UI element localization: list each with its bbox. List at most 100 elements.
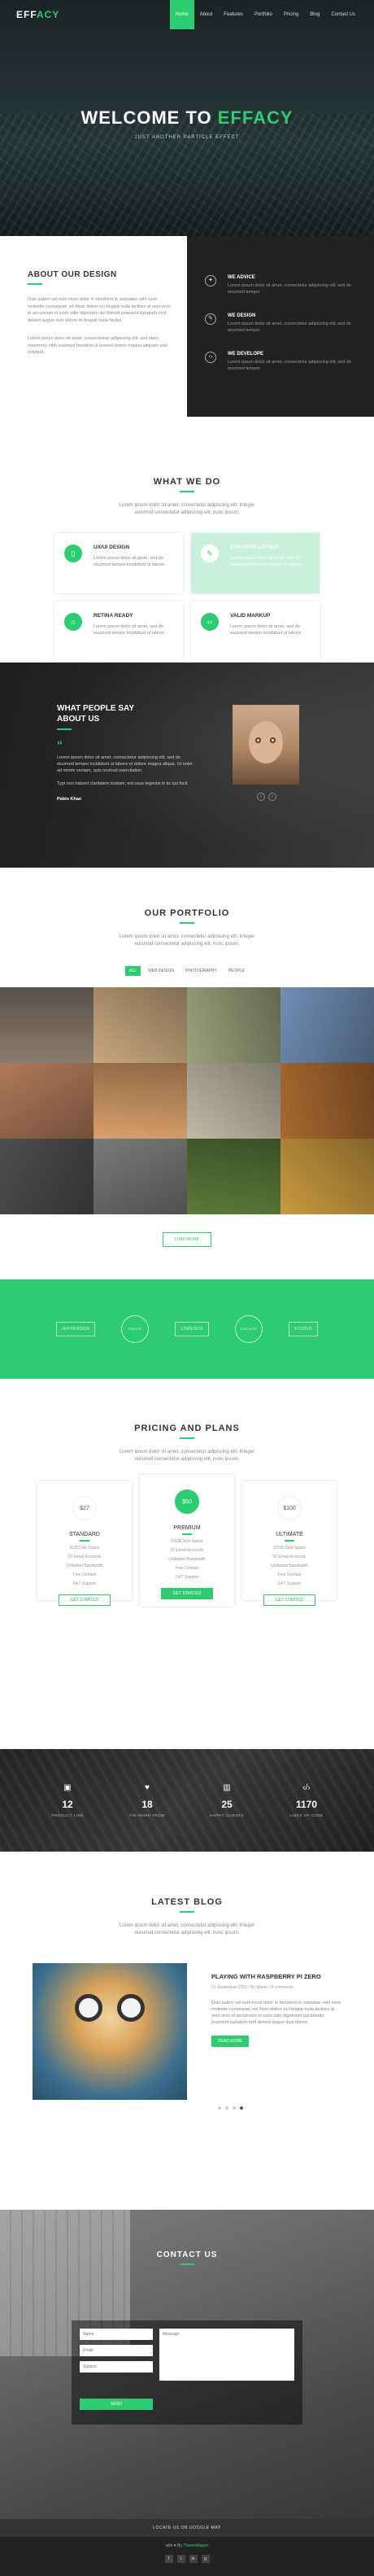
nav-item-contact-us[interactable]: Contact Us (325, 0, 361, 29)
filter-photography[interactable]: PHOTOGRAPHY (181, 966, 221, 976)
title-underline (57, 728, 72, 730)
get-started-button[interactable]: GET STARTED (161, 1588, 213, 1599)
plan-feature: 20 Email Accounts (170, 1548, 204, 1553)
portfolio-title: OUR PORTFOLIO (144, 908, 230, 918)
get-started-button[interactable]: GET STARTED (263, 1594, 315, 1606)
blog-post-body: PLAYING WITH RASPBERRY PI ZERO 21 Septem… (211, 1963, 341, 2100)
portfolio-item[interactable] (0, 1063, 94, 1139)
filter-web-design[interactable]: WEB DESIGN (144, 966, 178, 976)
feature-description: Lorem ipsum dolor sit amet, consectetur … (228, 321, 351, 333)
pagination-dot[interactable] (218, 2106, 221, 2110)
previous-arrow-icon[interactable]: ‹ (257, 793, 265, 801)
plan-price: $50 (175, 1489, 199, 1514)
logo-main: EFF (16, 9, 37, 20)
filter-people[interactable]: PEOPLE (224, 966, 249, 976)
stat-label: LINES OF CODE (289, 1813, 324, 1817)
feature-text: WE ADVICE Lorem ipsum dolor sit amet, con… (228, 275, 358, 295)
stat-value: 12 (62, 1799, 73, 1810)
title-underline (180, 2263, 194, 2265)
service-card[interactable]: ‹› VALID MARKUP Lorem ipsum dolor sit amet… (191, 601, 320, 662)
service-card[interactable]: ▯ UX/UI DESIGN Lorem ipsum dolor sit amet,… (54, 533, 183, 593)
google-plus-icon[interactable]: g (201, 2555, 210, 2563)
linkedin-icon[interactable]: in (189, 2555, 198, 2563)
nav-item-home[interactable]: Home (169, 0, 194, 29)
plan-name: ULTIMATE (276, 1532, 303, 1537)
feature-description: Lorem ipsum dolor sit amet, consectetur … (228, 360, 351, 371)
footer-bottom: with ♥ By ThemeWagon f t in g (0, 2537, 374, 2576)
filter-all[interactable]: ALL (125, 966, 141, 976)
message-field[interactable] (159, 2329, 294, 2381)
plan-price: $100 (277, 1496, 302, 1520)
portfolio-item[interactable] (187, 1063, 280, 1139)
portfolio-item[interactable] (280, 987, 374, 1063)
service-title: CREATIVE LAYOUT (230, 545, 280, 550)
plan-feature: Free Domain (277, 1572, 302, 1577)
email-field[interactable] (80, 2345, 153, 2356)
plan-feature: 10 Email Accounts (67, 1555, 102, 1559)
pricing-title: PRICING AND PLANS (134, 1424, 240, 1433)
portfolio-item[interactable] (0, 987, 94, 1063)
portfolio-item[interactable] (94, 1063, 187, 1139)
contact-title: CONTACT US (156, 2250, 218, 2259)
pricing-plans: $27 STANDARD 5GB Disk Space 10 Email Accoun… (0, 1475, 374, 1607)
service-card[interactable]: ✎ CREATIVE LAYOUT Lorem ipsum dolor sit am… (191, 533, 320, 593)
stat-label: HAPPY CLIENTS (210, 1813, 244, 1817)
portfolio-filters: ALL WEB DESIGN PHOTOGRAPHY PEOPLE (0, 966, 374, 976)
portfolio-item[interactable] (280, 1139, 374, 1214)
service-title: RETINA READY (94, 613, 133, 619)
pagination-dot[interactable] (233, 2106, 236, 2110)
hero-section: WELCOME TO EFFACY JUST ANOTHER PARTICLE … (0, 0, 374, 236)
twitter-icon[interactable]: t (176, 2555, 185, 2563)
portfolio-item[interactable] (187, 1139, 280, 1214)
title-underline (182, 1533, 192, 1535)
nav-item-portfolio[interactable]: Portfolio (249, 0, 278, 29)
portfolio-item[interactable] (0, 1139, 94, 1214)
testimonial-photo (233, 705, 299, 785)
portfolio-item[interactable] (280, 1063, 374, 1139)
portfolio-item[interactable] (187, 987, 280, 1063)
services-grid: ▯ UX/UI DESIGN Lorem ipsum dolor sit amet,… (0, 533, 374, 662)
about-paragraph-2: Lorem ipsum dolor sit amet, consectetuer… (28, 336, 167, 355)
nav-item-about[interactable]: About (194, 0, 219, 29)
blog-post-image[interactable] (33, 1963, 187, 2100)
next-arrow-icon[interactable]: › (268, 793, 276, 801)
nav-item-features[interactable]: Features (218, 0, 249, 29)
name-field[interactable] (80, 2329, 153, 2340)
client-logo: JEFFERSON (56, 1322, 96, 1336)
stat-counter: ‹/› 1170 LINES OF CODE (286, 1783, 327, 1817)
pencil-icon: ✎ (205, 313, 216, 325)
facebook-icon[interactable]: f (164, 2555, 173, 2563)
stat-value: 1170 (295, 1799, 318, 1810)
stat-label: FIN WORK FROM (129, 1813, 165, 1817)
pricing-section: PRICING AND PLANS Lorem ipsum dolor sit … (0, 1379, 374, 1749)
portfolio-item[interactable] (94, 987, 187, 1063)
about-features: ✦ WE ADVICE Lorem ipsum dolor sit amet, co… (187, 236, 374, 417)
send-button[interactable]: SEND (80, 2399, 153, 2410)
plan-feature: Free Domain (175, 1566, 199, 1571)
subject-field[interactable] (80, 2361, 153, 2373)
nav-item-blog[interactable]: Blog (304, 0, 325, 29)
service-text: VALID MARKUP Lorem ipsum dolor sit amet, … (230, 613, 310, 650)
blog-post-excerpt: Duis autem vel eum iriure dolor in hendr… (211, 2001, 341, 2025)
get-started-button[interactable]: GET STARTED (59, 1594, 111, 1606)
plan-price: $27 (72, 1496, 97, 1520)
read-more-button[interactable]: READ MORE (211, 2036, 250, 2047)
contact-form: SEND (72, 2320, 302, 2425)
service-card[interactable]: ⌂ RETINA READY Lorem ipsum dolor sit amet,… (54, 601, 183, 662)
plan-feature: 24/7 Support (72, 1581, 97, 1586)
brand-logo[interactable]: EFFACY (16, 9, 59, 20)
pagination-dot-active[interactable] (240, 2106, 243, 2110)
load-more-button[interactable]: LOAD MORE (163, 1232, 211, 1247)
contact-section: CONTACT US SEND (0, 2210, 374, 2519)
testimonial-quote-1: Lorem ipsum dolor sit amet, consectetur … (57, 755, 193, 773)
blog-post-title[interactable]: PLAYING WITH RASPBERRY PI ZERO (211, 1973, 341, 1980)
credit-brand[interactable]: ThemeWagon (183, 2543, 208, 2548)
service-description: Lorem ipsum dolor sit amet, sed do eiusm… (230, 556, 302, 567)
portfolio-item[interactable] (94, 1139, 187, 1214)
portfolio-subtitle: Lorem ipsum dolor sit amet, consectetur … (119, 934, 255, 947)
pagination-dot[interactable] (225, 2106, 228, 2110)
social-links: f t in g (0, 2555, 374, 2563)
about-feature: ‹› WE DEVELOPE Lorem ipsum dolor sit amet,… (205, 352, 358, 372)
nav-item-pricing[interactable]: Pricing (278, 0, 304, 29)
google-map-link[interactable]: LOCATE US ON GOOGLE MAP (0, 2519, 374, 2537)
